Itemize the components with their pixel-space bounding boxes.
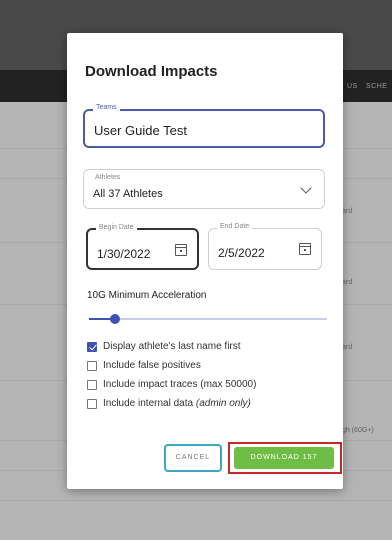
option-label: Include impact traces (max 50000)	[103, 379, 257, 390]
option-label: Display athlete's last name first	[103, 341, 241, 352]
end-date-label: End Date	[217, 223, 253, 230]
download-button-highlight: DOWNLOAD 157	[228, 442, 342, 474]
slider-track[interactable]	[89, 318, 327, 320]
download-impacts-dialog: Download Impacts Teams User Guide Test A…	[67, 33, 343, 489]
calendar-icon[interactable]	[175, 244, 187, 256]
acceleration-slider[interactable]	[89, 312, 327, 326]
admin-only-note: (admin only)	[195, 398, 251, 409]
calendar-icon[interactable]	[299, 243, 311, 255]
checkbox[interactable]	[87, 380, 97, 390]
acceleration-label: 10G Minimum Acceleration	[87, 290, 207, 301]
cancel-button[interactable]: CANCEL	[164, 444, 222, 472]
begin-date-value[interactable]: 1/30/2022	[97, 247, 150, 261]
chevron-down-icon[interactable]	[300, 182, 312, 194]
athletes-value: All 37 Athletes	[93, 188, 163, 200]
checkbox[interactable]	[87, 399, 97, 409]
athletes-label: Athletes	[95, 174, 121, 181]
dialog-title: Download Impacts	[85, 63, 218, 80]
end-date-field[interactable]: End Date 2/5/2022	[208, 223, 322, 270]
checkbox[interactable]	[87, 361, 97, 371]
option-label-wrap: Include internal data (admin only)	[103, 398, 251, 409]
begin-date-field[interactable]: Begin Date 1/30/2022	[86, 224, 199, 270]
teams-label: Teams	[93, 104, 120, 111]
slider-thumb[interactable]	[110, 314, 121, 324]
end-date-value[interactable]: 2/5/2022	[218, 246, 265, 260]
begin-date-label: Begin Date	[96, 224, 137, 231]
teams-field[interactable]: Teams User Guide Test	[83, 104, 325, 148]
teams-value[interactable]: User Guide Test	[94, 123, 187, 138]
checkbox-checked[interactable]	[87, 342, 97, 352]
download-button[interactable]: DOWNLOAD 157	[234, 447, 334, 469]
option-label: Include false positives	[103, 360, 201, 371]
athletes-select[interactable]: Athletes All 37 Athletes	[83, 169, 325, 209]
option-label: Include internal data	[103, 398, 194, 409]
